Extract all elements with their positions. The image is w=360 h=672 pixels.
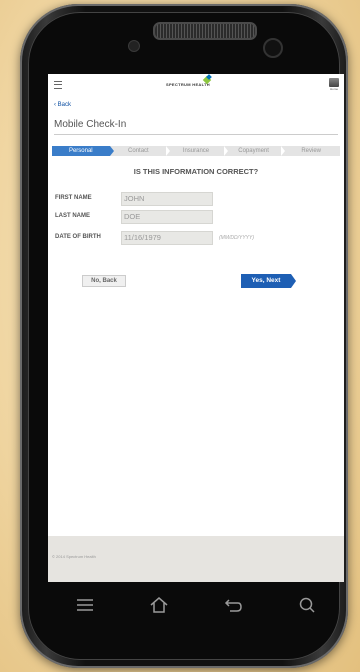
step-insurance: Insurance <box>167 146 228 156</box>
back-link[interactable]: ‹ Back <box>54 102 71 108</box>
hamburger-icon[interactable] <box>54 81 62 89</box>
first-name-field[interactable]: JOHN <box>121 192 213 206</box>
step-personal: Personal <box>52 146 114 156</box>
no-back-button[interactable]: No, Back <box>82 275 126 287</box>
menu-icon[interactable] <box>73 593 97 617</box>
page-title: Mobile Check-In <box>54 119 127 130</box>
dob-label: DATE OF BIRTH <box>55 234 101 240</box>
front-camera <box>263 38 283 58</box>
footer: © 2014 Spectrum Health <box>48 536 344 582</box>
home-button[interactable]: Home <box>328 78 340 92</box>
first-name-label: FIRST NAME <box>55 195 92 201</box>
app-screen: SPECTRUM HEALTH Home ‹ Back Mobile Check… <box>48 74 344 582</box>
yes-next-button[interactable]: Yes, Next <box>241 274 296 288</box>
speaker-grille <box>153 22 257 40</box>
dob-format-hint: (MM/DD/YYYY) <box>219 235 254 241</box>
divider <box>54 134 338 135</box>
home-label: Home <box>329 87 338 91</box>
step-review: Review <box>301 148 322 154</box>
step-contact: Contact <box>110 146 170 156</box>
back-icon[interactable] <box>221 593 245 617</box>
dob-field[interactable]: 11/16/1979 <box>121 231 213 245</box>
last-name-field[interactable]: DOE <box>121 210 213 224</box>
confirm-question: IS THIS INFORMATION CORRECT? <box>133 167 259 176</box>
logo-text: SPECTRUM HEALTH <box>166 82 210 87</box>
home-icon <box>329 78 339 87</box>
step-copayment: Copayment <box>225 146 285 156</box>
search-icon[interactable] <box>295 593 319 617</box>
home-icon[interactable] <box>147 593 171 617</box>
app-header: SPECTRUM HEALTH Home <box>48 74 344 98</box>
progress-steps: Personal Contact Insurance Copayment Rev… <box>52 146 340 156</box>
copyright-text: © 2014 Spectrum Health <box>52 554 96 559</box>
last-name-label: LAST NAME <box>55 213 90 219</box>
android-nav-bar <box>48 582 344 628</box>
proximity-sensor <box>128 40 140 52</box>
